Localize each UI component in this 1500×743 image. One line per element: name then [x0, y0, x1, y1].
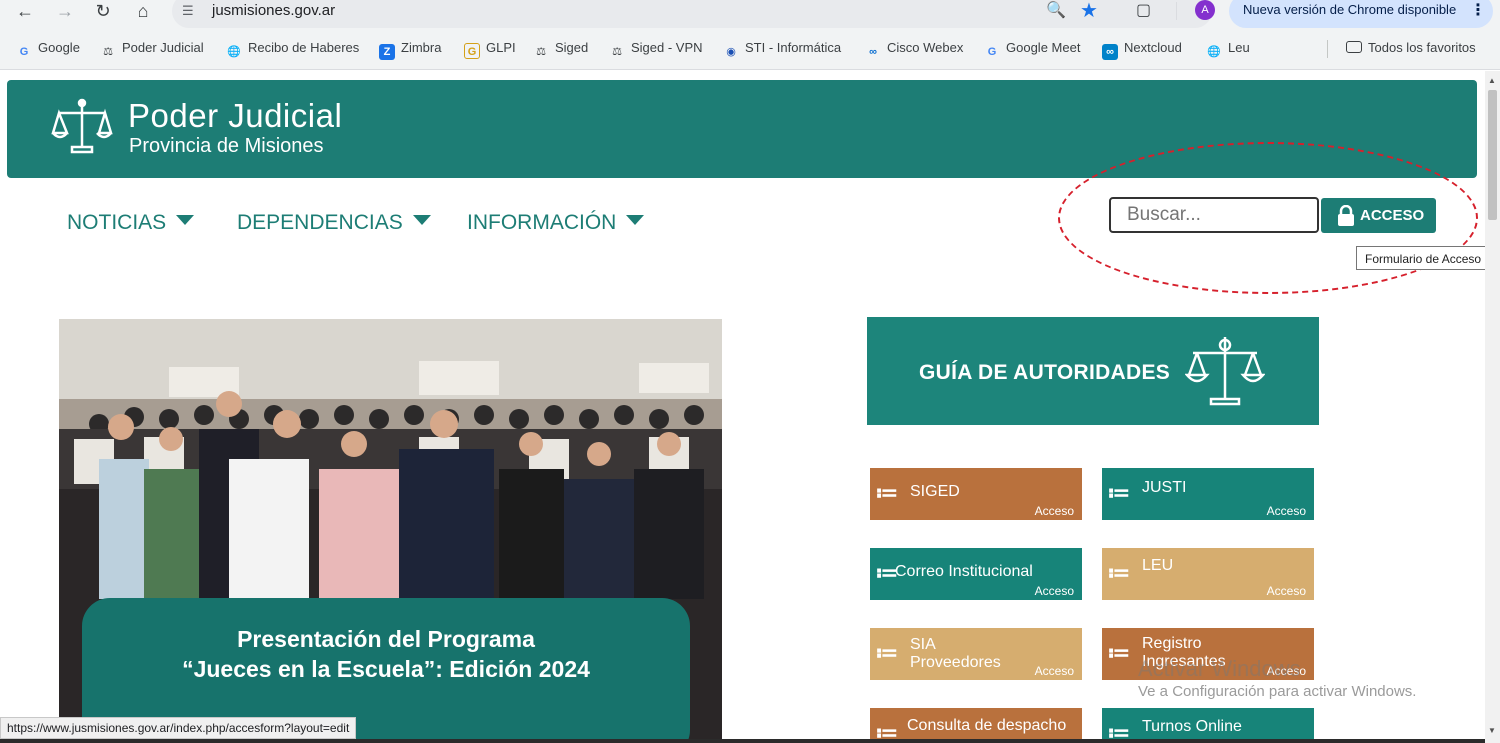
- hash-icon: ≔: [1107, 560, 1131, 585]
- caret-down-icon: [412, 215, 431, 225]
- address-url[interactable]: jusmisiones.gov.ar: [212, 2, 335, 19]
- bookmark-google-meet[interactable]: G Google Meet: [984, 40, 1081, 60]
- guia-label: GUÍA DE AUTORIDADES: [919, 361, 1171, 384]
- bookmark-zimbra[interactable]: Z Zimbra: [379, 40, 441, 60]
- bookmark-star-icon[interactable]: ★: [1080, 0, 1098, 23]
- taskbar-edge: [0, 739, 1485, 743]
- bookmark-sti[interactable]: ◉ STI - Informática: [723, 40, 841, 60]
- hero-title-line1: Presentación del Programa: [237, 626, 535, 652]
- site-title[interactable]: Poder Judicial: [128, 97, 342, 135]
- bookmark-glpi[interactable]: G GLPI: [464, 40, 516, 59]
- menu-noticias[interactable]: NOTICIAS: [67, 211, 195, 235]
- hash-icon: ≔: [875, 640, 899, 665]
- google-icon: G: [987, 46, 997, 58]
- scroll-up-icon[interactable]: ▲: [1488, 76, 1496, 85]
- toolbar-divider: [1176, 2, 1177, 20]
- menu-dots-icon[interactable]: ⋮: [1470, 0, 1486, 20]
- scales-logo-icon[interactable]: [51, 97, 113, 155]
- tile-consulta[interactable]: ≔ Consulta de despacho: [870, 708, 1082, 743]
- guia-autoridades-banner[interactable]: GUÍA DE AUTORIDADES: [867, 317, 1319, 425]
- menu-dependencias[interactable]: DEPENDENCIAS: [237, 211, 431, 235]
- bookmarks-divider: [1327, 40, 1328, 58]
- bookmark-recibo[interactable]: 🌐 Recibo de Haberes: [226, 40, 359, 60]
- tile-siged[interactable]: ≔ SIGED Acceso: [870, 468, 1082, 520]
- highlight-ellipse: [1058, 142, 1478, 294]
- tile-sia[interactable]: ≔ SIA Proveedores Acceso: [870, 628, 1082, 680]
- tile-turnos[interactable]: ≔ Turnos Online: [1102, 708, 1314, 743]
- globe-icon: 🌐: [227, 46, 241, 58]
- home-icon[interactable]: ⌂: [130, 0, 156, 22]
- scroll-thumb[interactable]: [1488, 90, 1497, 220]
- site-subtitle: Provincia de Misiones: [129, 135, 324, 157]
- reload-icon[interactable]: ↻: [90, 0, 116, 22]
- windows-activation-text: Ve a Configuración para activar Windows.: [1138, 683, 1417, 700]
- windows-activation-title: Activar Windows: [1138, 656, 1301, 681]
- sti-icon: ◉: [726, 46, 736, 58]
- bookmark-google[interactable]: G Google: [16, 40, 80, 60]
- bookmark-poder-judicial[interactable]: ⚖ Poder Judicial: [100, 40, 204, 60]
- back-icon[interactable]: ←: [12, 0, 38, 22]
- nextcloud-icon: ∞: [1102, 44, 1118, 60]
- scales-icon: ⚖: [103, 46, 113, 58]
- menu-informacion[interactable]: INFORMACIÓN: [467, 211, 645, 235]
- web-page: Poder Judicial Provincia de Misiones NOT…: [0, 71, 1485, 743]
- globe-icon: 🌐: [1207, 46, 1221, 58]
- extensions-icon[interactable]: ▢: [1136, 0, 1151, 20]
- scales-icon: [1185, 337, 1265, 406]
- zoom-icon[interactable]: 🔍: [1046, 0, 1066, 20]
- link-status-bar: https://www.jusmisiones.gov.ar/index.php…: [0, 717, 357, 739]
- hash-icon: ≔: [875, 480, 899, 505]
- tile-correo[interactable]: ≔ Correo Institucional Acceso: [870, 548, 1082, 600]
- caret-down-icon: [176, 215, 195, 225]
- scales-icon: ⚖: [536, 46, 546, 58]
- chrome-update-label[interactable]: Nueva versión de Chrome disponible: [1243, 2, 1456, 17]
- forward-icon[interactable]: →: [52, 0, 78, 22]
- bookmark-leu[interactable]: 🌐 Leu: [1206, 40, 1250, 60]
- zimbra-icon: Z: [379, 44, 395, 60]
- bookmark-siged-vpn[interactable]: ⚖ Siged - VPN: [609, 40, 702, 60]
- hash-icon: ≔: [1107, 640, 1131, 665]
- folder-icon: [1346, 41, 1362, 53]
- hash-icon: ≔: [1107, 480, 1131, 505]
- glpi-icon: G: [464, 43, 480, 59]
- all-bookmarks-button[interactable]: Todos los favoritos: [1346, 40, 1476, 55]
- caret-down-icon: [626, 215, 645, 225]
- site-info-icon[interactable]: ☰: [182, 3, 194, 19]
- bookmark-webex[interactable]: ∞ Cisco Webex: [865, 40, 963, 60]
- google-icon: G: [19, 46, 29, 58]
- hero-title-line2: “Jueces en la Escuela”: Edición 2024: [182, 656, 590, 682]
- profile-avatar[interactable]: A: [1195, 0, 1215, 20]
- scales-icon: ⚖: [612, 46, 622, 58]
- webex-icon: ∞: [869, 46, 877, 58]
- bookmark-siged[interactable]: ⚖ Siged: [533, 40, 588, 60]
- tile-justi[interactable]: ≔ JUSTI Acceso: [1102, 468, 1314, 520]
- tile-leu[interactable]: ≔ LEU Acceso: [1102, 548, 1314, 600]
- bookmark-nextcloud[interactable]: ∞ Nextcloud: [1102, 40, 1182, 60]
- acceso-tooltip: Formulario de Acceso: [1356, 246, 1485, 270]
- scroll-down-icon[interactable]: ▼: [1488, 726, 1496, 735]
